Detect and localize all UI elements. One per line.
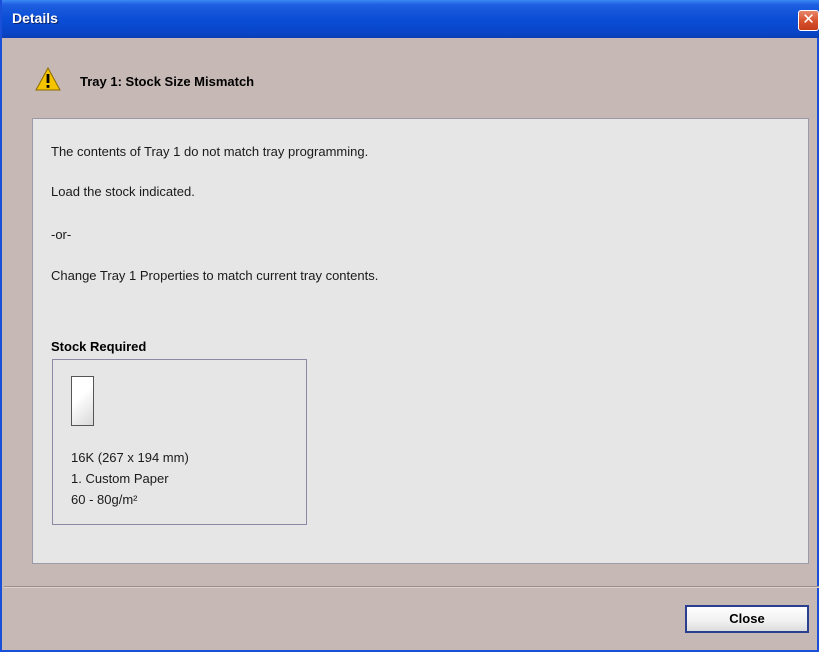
stock-required-box: 16K (267 x 194 mm) 1. Custom Paper 60 - … [52, 359, 307, 525]
message-line: The contents of Tray 1 do not match tray… [51, 144, 369, 159]
window-title: Details [12, 10, 58, 26]
warning-icon [35, 67, 61, 91]
close-button[interactable]: Close [685, 605, 809, 633]
message-line: Load the stock indicated. [51, 184, 195, 199]
dialog-heading: Tray 1: Stock Size Mismatch [80, 74, 255, 89]
stock-type: 1. Custom Paper [71, 471, 169, 486]
message-panel: The contents of Tray 1 do not match tray… [32, 118, 809, 564]
stock-weight: 60 - 80g/m² [71, 492, 138, 507]
details-dialog: Details ✕ Tray 1: Stock Size Mismatch Th… [0, 0, 819, 652]
title-bar: Details ✕ [2, 0, 819, 38]
paper-icon [71, 376, 94, 426]
footer-divider [4, 586, 819, 588]
close-icon: ✕ [802, 11, 815, 28]
stock-size: 16K (267 x 194 mm) [71, 450, 189, 465]
close-window-button[interactable]: ✕ [798, 10, 819, 31]
message-line: Change Tray 1 Properties to match curren… [51, 268, 379, 283]
message-line: -or- [51, 227, 72, 242]
stock-required-label: Stock Required [51, 339, 147, 354]
